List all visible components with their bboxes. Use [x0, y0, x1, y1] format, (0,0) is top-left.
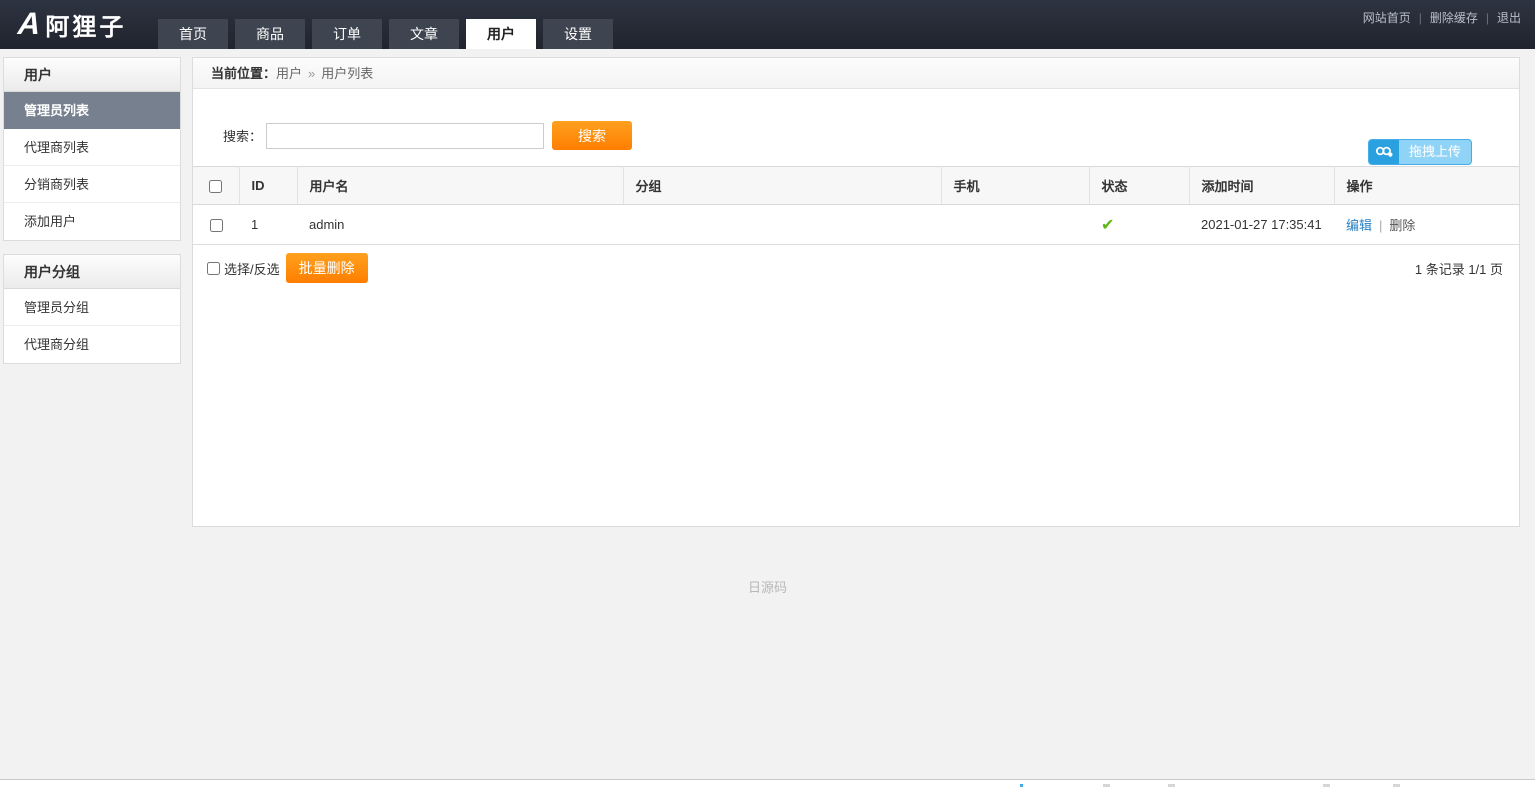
breadcrumb-separator: » [308, 66, 315, 81]
page-footer-text: 日源码 [0, 577, 1535, 596]
header-id: ID [239, 167, 297, 205]
cell-status: ✔ [1089, 205, 1189, 245]
header-bar: A 阿狸子 首页 商品 订单 文章 用户 设置 网站首页 | 删除缓存 | 退出 [0, 0, 1535, 49]
table-row: 1 admin ✔ 2021-01-27 17:35:41 编辑 | 删除 [193, 205, 1519, 245]
tab-home[interactable]: 首页 [158, 19, 228, 49]
sidebar-section-users: 用户 管理员列表 代理商列表 分销商列表 添加用户 [3, 57, 181, 241]
breadcrumb-page-link[interactable]: 用户列表 [321, 66, 373, 81]
cell-group [623, 205, 941, 245]
nav-tabs: 首页 商品 订单 文章 用户 设置 [158, 19, 620, 49]
logo-a-icon: A [17, 6, 40, 42]
breadcrumb-label: 当前位置： [211, 66, 276, 81]
clear-cache-link[interactable]: 删除缓存 [1430, 11, 1478, 25]
sidebar-item-admin-group[interactable]: 管理员分组 [4, 289, 180, 326]
header-group: 分组 [623, 167, 941, 205]
batch-delete-button[interactable]: 批量删除 [286, 253, 368, 283]
tab-orders[interactable]: 订单 [312, 19, 382, 49]
tab-settings[interactable]: 设置 [543, 19, 613, 49]
sidebar-item-agent-group[interactable]: 代理商分组 [4, 326, 180, 363]
header-actions: 操作 [1334, 167, 1519, 205]
link-separator: | [1419, 11, 1422, 25]
drag-upload-button[interactable]: 拖拽上传 [1368, 139, 1472, 165]
link-separator: | [1486, 11, 1489, 25]
search-label: 搜索： [223, 126, 262, 145]
select-invert-label: 选择/反选 [224, 259, 280, 278]
logo-text: 阿狸子 [45, 7, 126, 42]
user-table: ID 用户名 分组 手机 状态 添加时间 操作 1 admin ✔ 2021-0… [193, 166, 1519, 245]
sidebar-section-users-title: 用户 [4, 58, 180, 92]
cell-username: admin [297, 205, 623, 245]
row-checkbox[interactable] [210, 219, 223, 232]
breadcrumb-section-link[interactable]: 用户 [276, 66, 302, 81]
bottom-bar [0, 779, 1535, 787]
cloud-upload-icon [1369, 140, 1399, 164]
sidebar-item-add-user[interactable]: 添加用户 [4, 203, 180, 240]
logout-link[interactable]: 退出 [1497, 11, 1521, 25]
delete-link[interactable]: 删除 [1389, 218, 1415, 233]
sidebar-item-agent-list[interactable]: 代理商列表 [4, 129, 180, 166]
breadcrumb: 当前位置：用户 » 用户列表 [193, 58, 1519, 89]
main-panel: 当前位置：用户 » 用户列表 搜索： 搜索 拖拽上传 ID 用户名 [192, 57, 1520, 527]
edit-link[interactable]: 编辑 [1346, 218, 1372, 233]
header-phone: 手机 [941, 167, 1089, 205]
sidebar-item-admin-list[interactable]: 管理员列表 [4, 92, 180, 129]
logo[interactable]: A 阿狸子 [18, 6, 126, 42]
cell-actions: 编辑 | 删除 [1334, 205, 1519, 245]
select-all-checkbox[interactable] [209, 180, 222, 193]
cell-id: 1 [239, 205, 297, 245]
top-links: 网站首页 | 删除缓存 | 退出 [1363, 9, 1521, 26]
cell-added-time: 2021-01-27 17:35:41 [1189, 205, 1334, 245]
sidebar: 用户 管理员列表 代理商列表 分销商列表 添加用户 用户分组 管理员分组 代理商… [3, 57, 181, 377]
header-username: 用户名 [297, 167, 623, 205]
sidebar-section-user-groups-title: 用户分组 [4, 255, 180, 289]
cell-phone [941, 205, 1089, 245]
action-separator: | [1379, 218, 1382, 233]
sidebar-item-distributor-list[interactable]: 分销商列表 [4, 166, 180, 203]
sidebar-section-user-groups: 用户分组 管理员分组 代理商分组 [3, 254, 181, 364]
search-input[interactable] [266, 123, 544, 149]
table-toolbar: 选择/反选 批量删除 1 条记录 1/1 页 [207, 253, 1503, 283]
status-enabled-check-icon[interactable]: ✔ [1101, 217, 1114, 234]
search-button[interactable]: 搜索 [552, 121, 632, 150]
search-row: 搜索： 搜索 [193, 90, 1519, 166]
drag-upload-label: 拖拽上传 [1399, 140, 1471, 164]
tab-users[interactable]: 用户 [466, 19, 536, 49]
table-header-row: ID 用户名 分组 手机 状态 添加时间 操作 [193, 167, 1519, 205]
site-home-link[interactable]: 网站首页 [1363, 11, 1411, 25]
tab-products[interactable]: 商品 [235, 19, 305, 49]
header-added-time: 添加时间 [1189, 167, 1334, 205]
tab-articles[interactable]: 文章 [389, 19, 459, 49]
header-status: 状态 [1089, 167, 1189, 205]
pagination-info: 1 条记录 1/1 页 [1415, 259, 1503, 278]
select-invert-checkbox[interactable] [207, 262, 220, 275]
